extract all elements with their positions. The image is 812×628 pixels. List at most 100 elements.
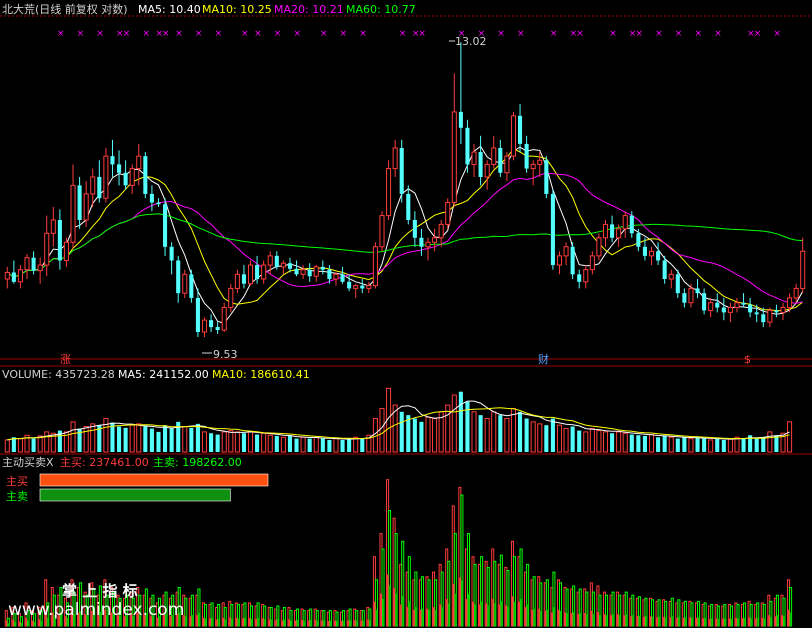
flow-buy-fill [479, 604, 481, 626]
candle-body [274, 255, 279, 267]
volume-bar [215, 434, 220, 452]
flow-buy-fill [413, 609, 415, 626]
candle-body [241, 274, 246, 284]
flow-buy-fill [275, 620, 277, 626]
flow-sell-fill [356, 620, 358, 626]
volume-bar [787, 421, 793, 453]
volume-bar [189, 427, 194, 452]
volume-bar [610, 433, 615, 452]
volume-bar [734, 436, 740, 453]
candle-body [228, 287, 234, 309]
flow-sell-fill [474, 604, 477, 626]
flow-buy-fill [643, 616, 645, 626]
candle-body [636, 233, 641, 247]
flow-sell-fill [658, 616, 661, 626]
candle-body [360, 285, 365, 289]
stock-chart[interactable]: 北大荒(日线 前复权 对数) MA5: 10.40 MA10: 10.25 MA… [0, 0, 812, 628]
candle-body [247, 264, 254, 285]
flow-sell-fill [573, 611, 575, 626]
volume-ma5-label: MA5: 241152.00 [118, 368, 209, 381]
candle-body [510, 115, 517, 157]
volume-bar [360, 438, 365, 452]
candle-body [63, 241, 69, 261]
candle-body [662, 260, 667, 280]
candle-body [774, 310, 779, 313]
candle-body [622, 215, 628, 230]
flow-sell-fill [211, 617, 214, 626]
flow-sell-fill [619, 615, 621, 626]
candle-body [471, 151, 477, 165]
flow-sell-fill [586, 614, 588, 626]
signal-x-marker: × [773, 29, 781, 39]
volume-bar [761, 437, 766, 452]
candle-body [556, 255, 563, 266]
flow-buy-fill [525, 607, 527, 626]
high-price-label: 13.02 [455, 35, 487, 48]
price-title: 北大荒(日线 前复权 对数) [2, 2, 128, 16]
signal-x-marker: × [241, 29, 249, 39]
flow-sell-fill [461, 580, 463, 626]
flow-buy-fill [452, 583, 455, 626]
volume-bar [149, 428, 154, 452]
flow-buy-fill [709, 618, 711, 626]
candle-body [307, 269, 312, 277]
flow-sell-fill [467, 593, 470, 626]
flow-buy-fill [768, 615, 770, 626]
volume-bar [37, 435, 43, 453]
candle-body [800, 250, 806, 289]
flow-sell-fill [520, 599, 523, 626]
candle-body [255, 265, 260, 280]
volume-bar [247, 431, 254, 453]
candle-body [419, 237, 424, 247]
signal-markers: × × × × × × × × × × × × × × × × × × × × × × × × × × × × × × × × × × × × × × [57, 29, 781, 39]
candle-body [313, 266, 319, 277]
volume-bar [596, 430, 602, 453]
flow-buy-fill [235, 617, 238, 626]
candle-body [675, 274, 680, 294]
flow-buy-fill [301, 620, 304, 626]
signal-x-marker: × [215, 29, 223, 39]
volume-bar [123, 427, 128, 452]
signal-x-marker: × [576, 29, 584, 39]
flow-buy-fill [32, 620, 34, 626]
flow-buy-fill [255, 618, 258, 626]
flow-buy-fill [354, 620, 356, 626]
flow-sell-fill [421, 608, 424, 626]
candle-body [70, 184, 76, 243]
candle-body [31, 257, 36, 271]
flow-buy-fill [281, 620, 284, 626]
candle-body [24, 257, 30, 271]
candle-body [478, 152, 483, 177]
flow-sell-fill [606, 615, 608, 626]
candle-body [583, 269, 589, 283]
candle-body [399, 147, 404, 194]
flow-buy-fill [511, 596, 514, 626]
flow-sell-fill [218, 618, 220, 626]
signal-x-marker: × [635, 29, 643, 39]
candle-body [90, 176, 96, 195]
candle-body [182, 273, 188, 294]
flow-buy-fill [439, 604, 442, 626]
flow-sell-fill [382, 599, 385, 626]
candle-body [530, 163, 536, 170]
flow-buy-fill [242, 618, 244, 626]
volume-bar [255, 434, 260, 452]
ma10-label: MA10: 10.25 [202, 3, 272, 16]
volume-bar [708, 439, 714, 453]
volume-bar [280, 436, 286, 453]
flow-buy-fill [577, 614, 580, 626]
flow-sell-fill [638, 615, 641, 626]
marker-cai: 财 [538, 352, 549, 366]
candle-body [353, 285, 359, 289]
candle-body [563, 246, 569, 257]
flow-buy-fill [222, 617, 225, 626]
flow-buy-fill [774, 616, 777, 626]
flow-sell-fill [257, 617, 260, 626]
candle-body [458, 111, 463, 128]
flow-sell-fill [205, 618, 207, 626]
flow-sell-fill [329, 620, 332, 626]
ma60-line [7, 213, 803, 278]
flow-buy-fill [393, 588, 396, 626]
volume-bar [662, 435, 667, 452]
flow-buy-fill [630, 616, 632, 626]
